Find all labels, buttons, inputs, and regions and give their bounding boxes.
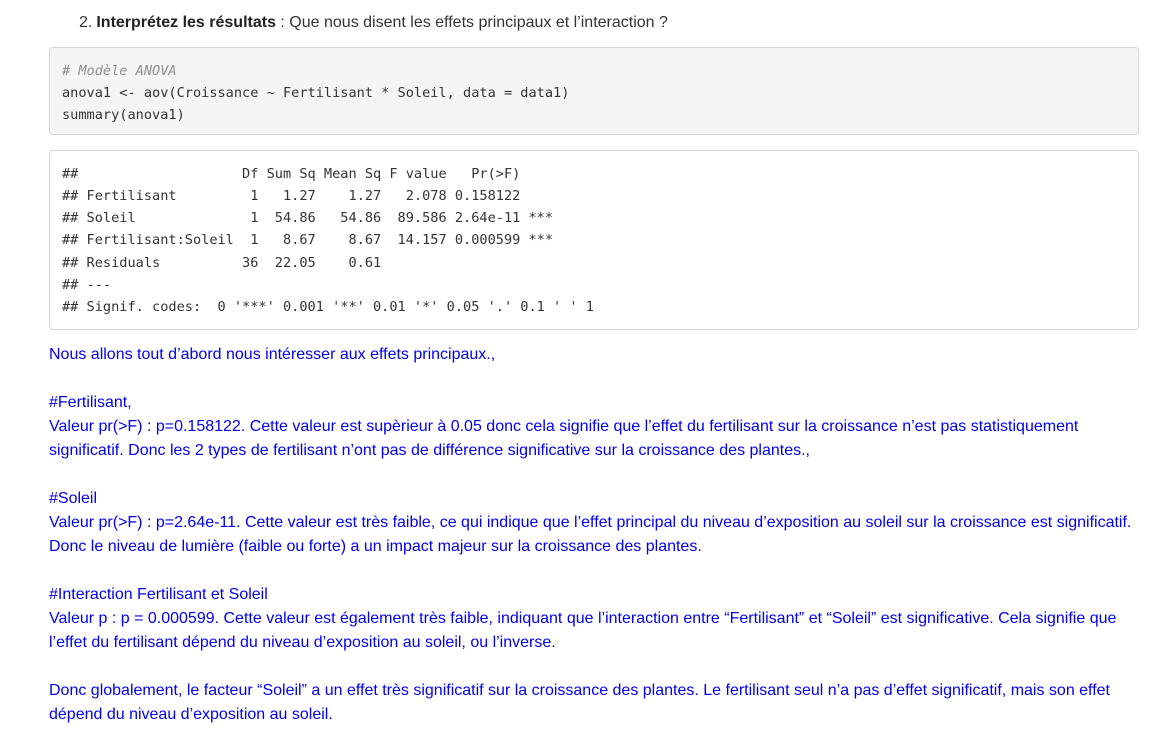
output-header-row: ## Df Sum Sq Mean Sq F value Pr(>F) — [62, 166, 554, 182]
question-bold-title: Interprétez les résultats — [96, 14, 276, 31]
output-row-residuals: ## Residuals 36 22.05 0.61 — [62, 255, 554, 271]
question-text: : Que nous disent les effets principaux … — [275, 14, 668, 31]
output-separator: ## --- — [62, 277, 112, 293]
analysis-fertilisant: #Fertilisant, Valeur pr(>F) : p=0.158122… — [49, 391, 1149, 463]
r-code-block: # Modèle ANOVA anova1 <- aov(Croissance … — [49, 47, 1139, 135]
code-line-aov: anova1 <- aov(Croissance ~ Fertilisant *… — [62, 85, 570, 101]
analysis-intro: Nous allons tout d’abord nous intéresser… — [49, 343, 1149, 367]
code-comment: # Modèle ANOVA — [62, 63, 177, 79]
analysis-interaction: #Interaction Fertilisant et Soleil Valeu… — [49, 583, 1149, 655]
output-row-interaction: ## Fertilisant:Soleil 1 8.67 8.67 14.157… — [62, 232, 554, 248]
code-line-summary: summary(anova1) — [62, 107, 185, 123]
question-heading: 2. Interprétez les résultats : Que nous d… — [79, 12, 668, 34]
interaction-text: Valeur p : p = 0.000599. Cette valeur es… — [49, 610, 1117, 651]
question-number: 2. — [79, 14, 93, 31]
r-output-block: ## Df Sum Sq Mean Sq F value Pr(>F) ## F… — [49, 150, 1139, 330]
document-page: 2. Interprétez les résultats : Que nous d… — [0, 0, 1174, 738]
soleil-text: Valeur pr(>F) : p=2.64e-11. Cette valeur… — [49, 514, 1132, 555]
output-row-fertilisant: ## Fertilisant 1 1.27 1.27 2.078 0.15812… — [62, 188, 554, 204]
fertilisant-heading: #Fertilisant, — [49, 394, 132, 411]
interaction-heading: #Interaction Fertilisant et Soleil — [49, 586, 268, 603]
fertilisant-text: Valeur pr(>F) : p=0.158122. Cette valeur… — [49, 418, 1079, 459]
soleil-heading: #Soleil — [49, 490, 98, 507]
analysis-soleil: #Soleil Valeur pr(>F) : p=2.64e-11. Cett… — [49, 487, 1149, 559]
output-row-soleil: ## Soleil 1 54.86 54.86 89.586 2.64e-11 … — [62, 210, 554, 226]
intro-text: Nous allons tout d’abord nous intéresser… — [49, 346, 496, 363]
output-signif-codes: ## Signif. codes: 0 '***' 0.001 '**' 0.0… — [62, 299, 594, 315]
analysis-conclusion: Donc globalement, le facteur “Soleil” a … — [49, 679, 1149, 727]
conclusion-text: Donc globalement, le facteur “Soleil” a … — [49, 682, 1110, 723]
